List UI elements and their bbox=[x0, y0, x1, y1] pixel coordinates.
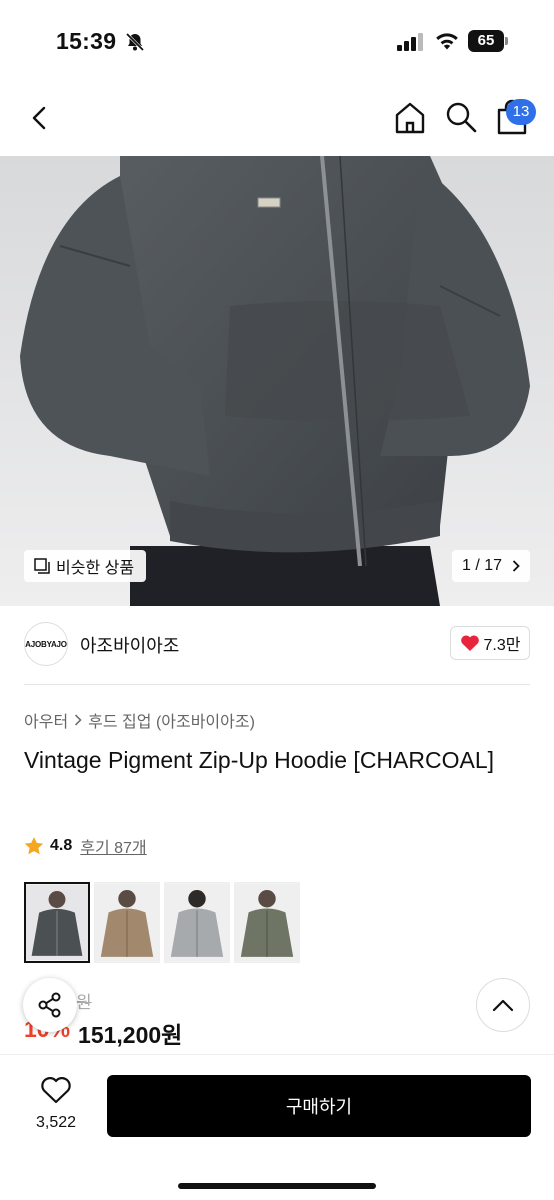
thumbnail-image bbox=[235, 883, 299, 962]
heart-outline-icon bbox=[41, 1077, 71, 1104]
review-count-link[interactable]: 후기 87개 bbox=[80, 834, 146, 858]
bottom-action-bar: 3,522 구매하기 bbox=[0, 1054, 554, 1200]
status-bar: 15:39 65 bbox=[0, 0, 554, 80]
cart-count-badge: 13 bbox=[506, 99, 536, 125]
top-nav bbox=[0, 80, 554, 156]
thumbnail-beige[interactable] bbox=[94, 882, 160, 963]
brand-logo[interactable]: AJOBYAJO bbox=[24, 622, 68, 666]
thumbnail-light-gray[interactable] bbox=[164, 882, 230, 963]
thumbnail-khaki[interactable] bbox=[234, 882, 300, 963]
home-icon[interactable] bbox=[392, 100, 428, 136]
search-icon[interactable] bbox=[444, 100, 478, 134]
wishlist-count: 3,522 bbox=[35, 1114, 77, 1131]
sale-price: 151,200원 bbox=[78, 1022, 183, 1048]
brand-like-count: 7.3만 bbox=[483, 637, 521, 654]
thumbnail-image bbox=[165, 883, 229, 962]
product-title: Vintage Pigment Zip-Up Hoodie [CHARCOAL] bbox=[24, 747, 495, 773]
page-indicator-text: 1 / 17 bbox=[461, 557, 503, 574]
wishlist-button[interactable]: 3,522 bbox=[24, 1075, 88, 1132]
thumbnail-charcoal[interactable] bbox=[24, 882, 90, 963]
back-arrow-icon[interactable] bbox=[24, 102, 56, 134]
hoodie-photo bbox=[0, 156, 554, 606]
similar-products-label: 비슷한 상품 bbox=[56, 560, 135, 577]
battery-tip bbox=[505, 37, 508, 45]
similar-products-button[interactable]: 비슷한 상품 bbox=[24, 550, 147, 582]
breadcrumb: 아우터 후드 집업 (아조바이아조) bbox=[24, 708, 255, 732]
breadcrumb-category[interactable]: 아우터 bbox=[24, 708, 68, 732]
bell-muted-icon bbox=[125, 32, 145, 52]
color-thumbnails bbox=[24, 882, 300, 963]
wifi-icon bbox=[436, 33, 458, 50]
home-indicator bbox=[178, 1183, 376, 1189]
product-image[interactable] bbox=[0, 156, 554, 606]
image-page-indicator[interactable]: 1 / 17 bbox=[452, 550, 530, 582]
battery-indicator: 65 bbox=[468, 30, 508, 52]
chevron-up-icon bbox=[492, 999, 514, 1012]
heart-filled-icon bbox=[460, 635, 479, 651]
star-icon bbox=[24, 837, 44, 855]
similar-products-icon bbox=[34, 558, 50, 574]
share-icon bbox=[38, 992, 61, 1018]
chevron-right-icon bbox=[75, 714, 82, 726]
rating-row: 4.8 후기 87개 bbox=[24, 834, 147, 858]
brand-like-button[interactable]: 7.3만 bbox=[450, 626, 530, 660]
thumbnail-image bbox=[95, 883, 159, 962]
chevron-right-icon bbox=[512, 560, 520, 572]
thumbnail-image bbox=[26, 884, 88, 961]
brand-name[interactable]: 아조바이아조 bbox=[80, 632, 179, 658]
status-time: 15:39 bbox=[56, 28, 117, 54]
share-button[interactable] bbox=[23, 978, 77, 1032]
cellular-signal-icon bbox=[397, 33, 423, 51]
scroll-to-top-button[interactable] bbox=[476, 978, 530, 1032]
breadcrumb-subcategory[interactable]: 후드 집업 (아조바이아조) bbox=[88, 708, 255, 732]
divider bbox=[24, 684, 530, 685]
battery-level: 65 bbox=[468, 30, 504, 52]
brand-row: AJOBYAJO 아조바이아조 7.3만 bbox=[24, 618, 530, 670]
buy-button[interactable]: 구매하기 bbox=[107, 1075, 531, 1137]
rating-score: 4.8 bbox=[50, 837, 73, 854]
